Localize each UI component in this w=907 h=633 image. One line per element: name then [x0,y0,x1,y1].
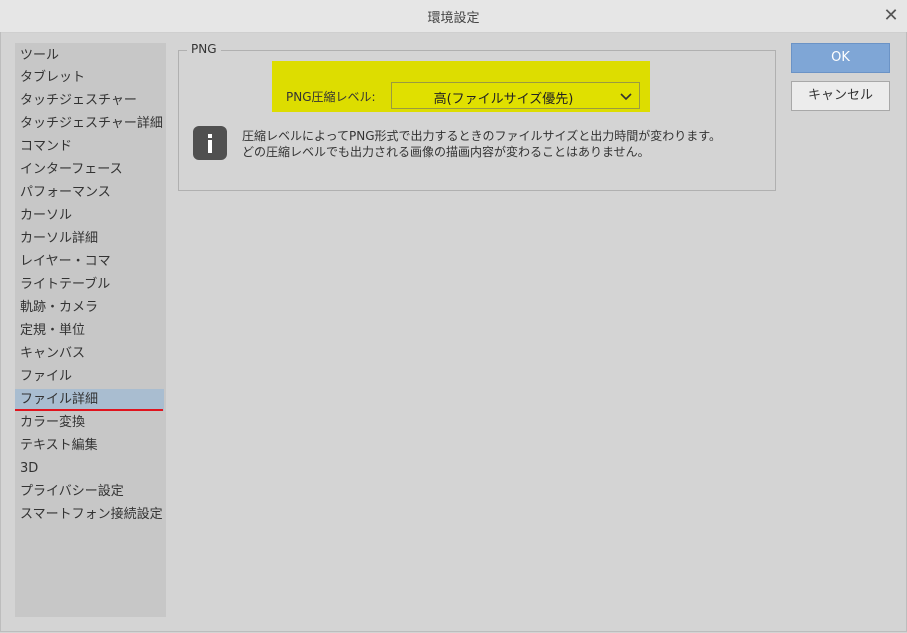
sidebar-item-command[interactable]: コマンド [15,136,164,158]
close-icon[interactable]: ✕ [881,6,901,26]
ok-button[interactable]: OK [791,43,890,73]
compression-level-label: PNG圧縮レベル: [286,90,376,104]
info-message: 圧縮レベルによってPNG形式で出力するときのファイルサイズと出力時間が変わります… [242,128,721,160]
sidebar-item-color-conversion[interactable]: カラー変換 [15,412,164,434]
sidebar-item-light-table[interactable]: ライトテーブル [15,274,164,296]
sidebar-item-privacy[interactable]: プライバシー設定 [15,481,164,503]
compression-level-value: 高(ファイルサイズ優先) [433,92,574,107]
info-line-1: 圧縮レベルによってPNG形式で出力するときのファイルサイズと出力時間が変わります… [242,129,721,143]
sidebar-item-smartphone-connection[interactable]: スマートフォン接続設定 [15,504,164,526]
sidebar-item-text-edit[interactable]: テキスト編集 [15,435,164,457]
sidebar-item-touch-gesture-detail[interactable]: タッチジェスチャー詳細 [15,113,164,135]
sidebar-item-canvas[interactable]: キャンバス [15,343,164,365]
info-line-2: どの圧縮レベルでも出力される画像の描画内容が変わることはありません。 [242,145,650,159]
selection-underline [15,409,163,411]
sidebar-item-layer-frame[interactable]: レイヤー・コマ [15,251,164,273]
category-list: ツール タブレット タッチジェスチャー タッチジェスチャー詳細 コマンド インタ… [15,43,166,617]
sidebar-item-path-camera[interactable]: 軌跡・カメラ [15,297,164,319]
group-legend: PNG [187,42,221,56]
title-bar: 環境設定 ✕ [0,0,907,33]
cancel-button[interactable]: キャンセル [791,81,890,111]
compression-level-select[interactable]: 高(ファイルサイズ優先) [391,82,640,109]
sidebar-item-file[interactable]: ファイル [15,366,164,388]
sidebar-item-cursor-detail[interactable]: カーソル詳細 [15,228,164,250]
sidebar-item-ruler-unit[interactable]: 定規・単位 [15,320,164,342]
sidebar-item-tablet[interactable]: タブレット [15,67,164,89]
sidebar-item-performance[interactable]: パフォーマンス [15,182,164,204]
sidebar-item-3d[interactable]: 3D [15,458,164,480]
sidebar-item-file-detail[interactable]: ファイル詳細 [15,389,164,411]
chevron-down-icon [620,93,632,101]
window-title: 環境設定 [427,11,480,26]
sidebar-item-cursor[interactable]: カーソル [15,205,164,227]
info-icon [193,126,227,160]
sidebar-item-touch-gesture[interactable]: タッチジェスチャー [15,90,164,112]
sidebar-item-tool[interactable]: ツール [15,45,164,67]
sidebar-item-interface[interactable]: インターフェース [15,159,164,181]
